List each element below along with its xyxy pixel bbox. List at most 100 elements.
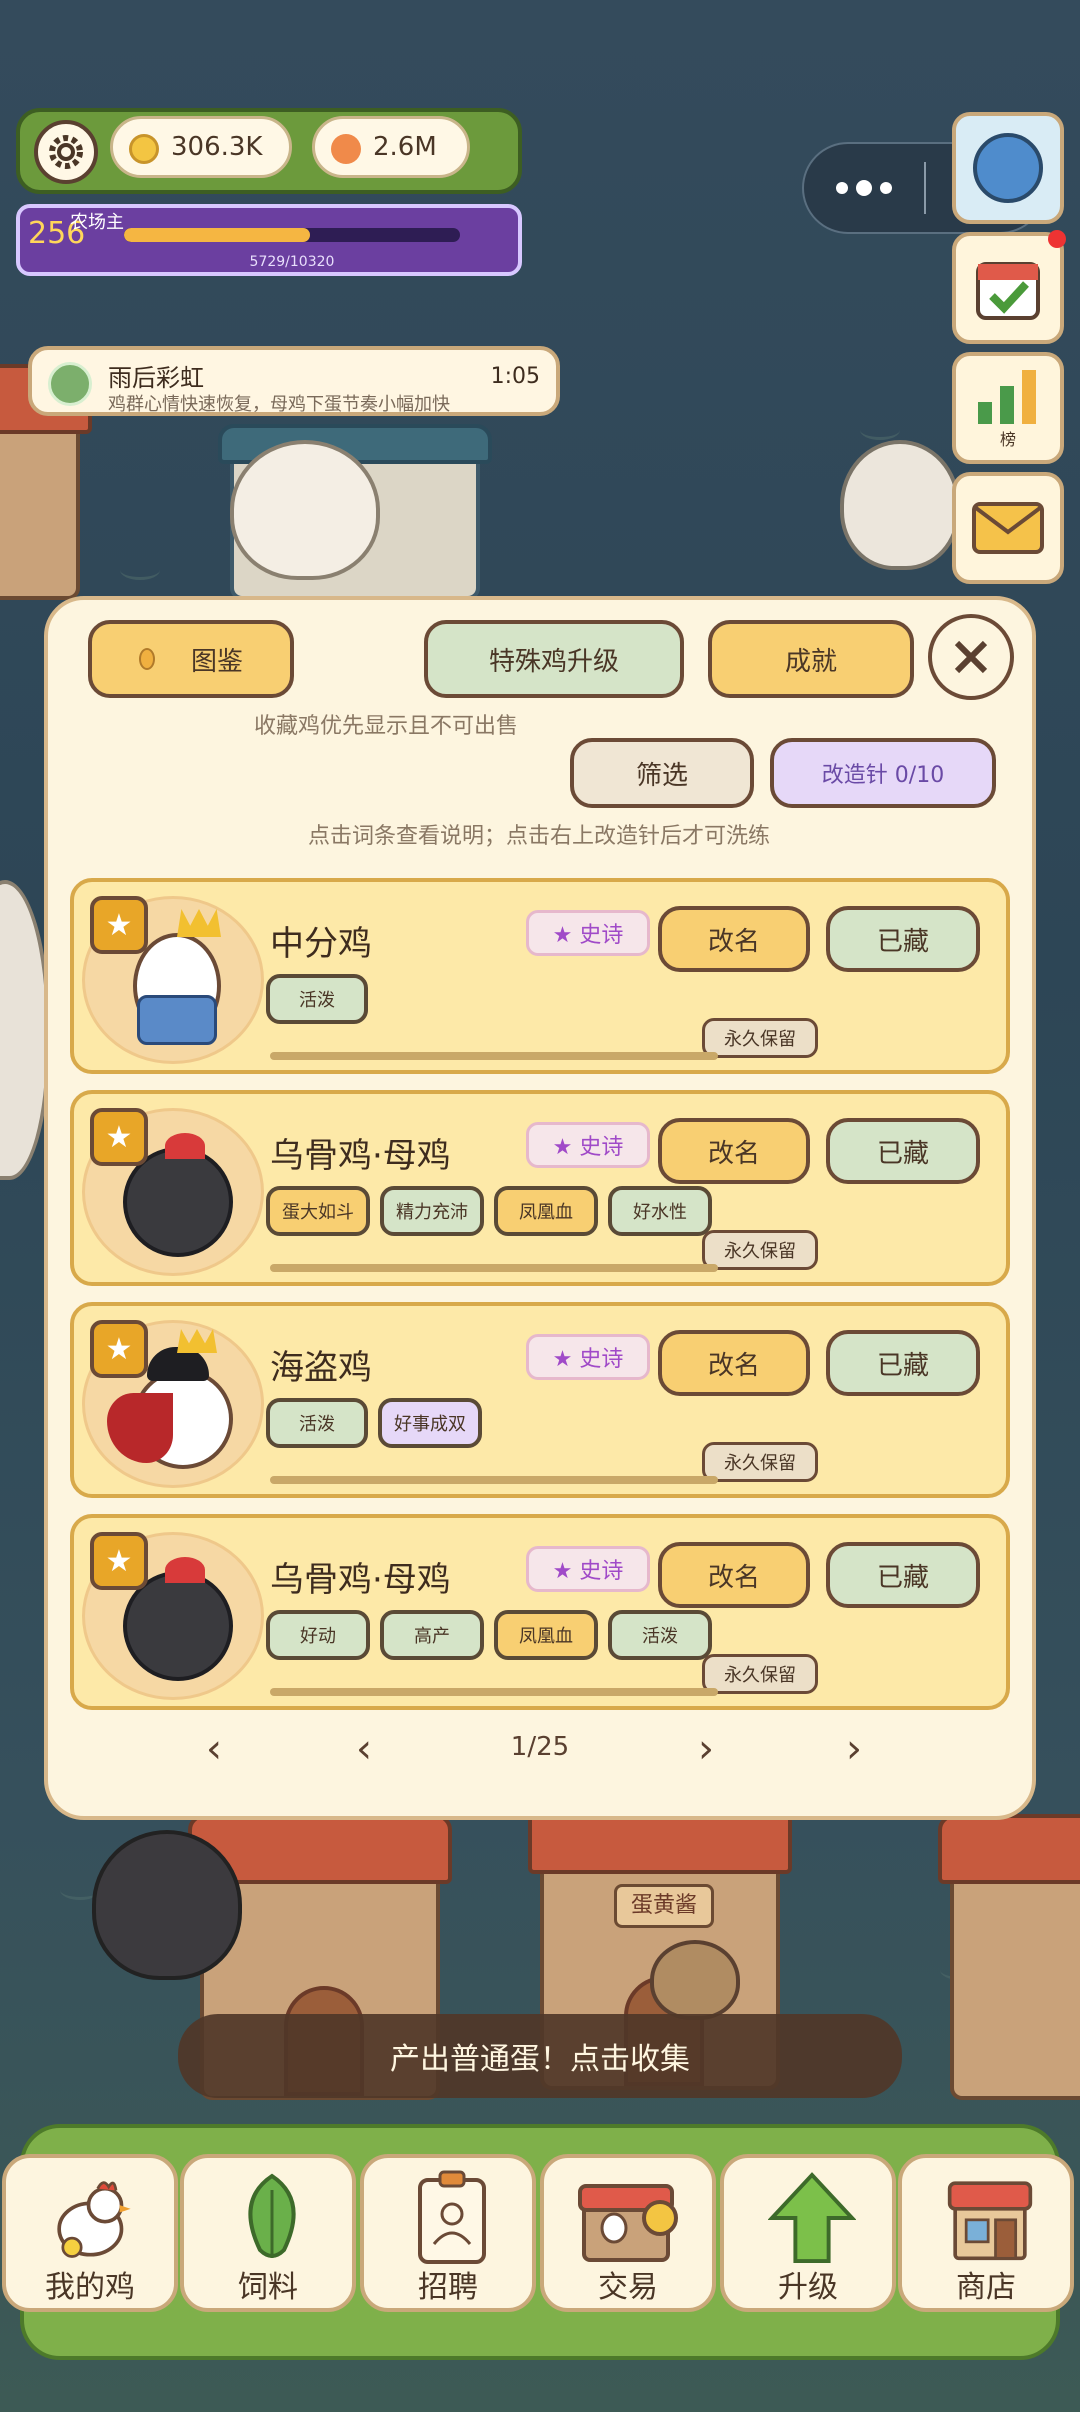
keep-forever-button[interactable]: 永久保留 [702, 1442, 818, 1482]
star-badge-icon: ★ [90, 896, 148, 954]
egg-icon [331, 134, 361, 164]
chicken-card[interactable]: ★ 乌骨鸡·母鸡 ★ 史诗 改名 已藏 好动 高产 凤凰血 活泼 永久保留 [70, 1514, 1010, 1710]
chicken-card[interactable]: ★ 乌骨鸡·母鸡 ★ 史诗 改名 已藏 蛋大如斗 精力充沛 凤凰血 好水性 永久… [70, 1090, 1010, 1286]
calendar-button[interactable] [952, 230, 1066, 344]
stored-button[interactable]: 已藏 [826, 1118, 980, 1184]
rename-button[interactable]: 改名 [658, 1330, 810, 1396]
white-hen-icon-3 [0, 880, 50, 1180]
chicken-name: 海盗鸡 [270, 1348, 372, 1388]
trait-tag[interactable]: 凤凰血 [494, 1610, 598, 1660]
tab-achievement[interactable]: 成就 [708, 620, 914, 698]
bar-chart-icon [978, 370, 1036, 424]
gear-icon [49, 135, 83, 169]
weather-banner[interactable]: 雨后彩虹 鸡群心情快速恢复，母鸡下蛋节奏小幅加快 1:05 [28, 346, 560, 416]
nav-trade[interactable]: 交易 [540, 2154, 716, 2312]
trait-tag[interactable]: 活泼 [266, 974, 368, 1024]
close-button[interactable] [928, 614, 1014, 700]
keep-forever-button[interactable]: 永久保留 [702, 1018, 818, 1058]
trait-tag[interactable]: 好事成双 [378, 1398, 482, 1448]
rename-button[interactable]: 改名 [658, 1542, 810, 1608]
stored-button[interactable]: 已藏 [826, 906, 980, 972]
egg-icon [138, 648, 155, 670]
nav-store[interactable]: 商店 [898, 2154, 1074, 2312]
player-title: 农场主 [70, 212, 124, 233]
xp-text: 5729/10320 [249, 254, 335, 270]
prev-page-button[interactable]: ‹ [356, 1726, 372, 1772]
store-icon [946, 2170, 1034, 2266]
nav-label: 升级 [778, 2270, 838, 2305]
leaderboard-button[interactable]: 榜 [952, 352, 1064, 464]
epic-rarity-badge: ★ 史诗 [526, 1122, 650, 1168]
coin-counter[interactable]: 306.3K [110, 116, 292, 178]
trait-tag[interactable]: 凤凰血 [494, 1186, 598, 1236]
xp-progress-fill [124, 228, 311, 242]
more-button[interactable] [836, 174, 892, 202]
globe-button[interactable] [952, 112, 1064, 224]
chicken-name: 乌骨鸡·母鸡 [270, 1136, 451, 1176]
white-hen-icon-2 [840, 440, 960, 570]
stored-button[interactable]: 已藏 [826, 1330, 980, 1396]
coin-value: 306.3K [171, 132, 263, 162]
trait-tag[interactable]: 高产 [380, 1610, 484, 1660]
rename-button[interactable]: 改名 [658, 1118, 810, 1184]
rename-button[interactable]: 改名 [658, 906, 810, 972]
egg-counter[interactable]: 2.6M [312, 116, 470, 178]
tab-special-upgrade[interactable]: 特殊鸡升级 [424, 620, 684, 698]
tab-catalog-label: 图鉴 [190, 646, 243, 677]
trait-tag[interactable]: 精力充沛 [380, 1186, 484, 1236]
bg-house-3 [938, 1814, 1080, 2100]
leaderboard-label: 榜 [999, 430, 1016, 449]
stored-button[interactable]: 已藏 [826, 1542, 980, 1608]
collect-toast[interactable]: 产出普通蛋！点击收集 [178, 2014, 902, 2098]
mail-icon [972, 502, 1044, 554]
next-page-button[interactable]: › [698, 1726, 714, 1772]
star-badge-icon: ★ [90, 1320, 148, 1378]
epic-rarity-badge: ★ 史诗 [526, 910, 650, 956]
keep-forever-button[interactable]: 永久保留 [702, 1230, 818, 1270]
settings-button[interactable] [34, 120, 98, 184]
crown-icon [177, 909, 221, 937]
star-badge-icon: ★ [90, 1532, 148, 1590]
chicken-card[interactable]: ★ 海盗鸡 ★ 史诗 改名 已藏 活泼 好事成双 永久保留 [70, 1302, 1010, 1498]
calendar-icon [976, 262, 1040, 320]
page-indicator: 1/25 [510, 1732, 570, 1762]
tab-achievement-label: 成就 [784, 646, 837, 677]
nav-feed[interactable]: 饲料 [180, 2154, 356, 2312]
coin-icon [129, 134, 159, 164]
keep-forever-button[interactable]: 永久保留 [702, 1654, 818, 1694]
nav-label: 招聘 [418, 2270, 478, 2305]
trait-tag[interactable]: 活泼 [266, 1398, 368, 1448]
nav-label: 饲料 [238, 2270, 298, 2305]
trait-tag[interactable]: 好水性 [608, 1186, 712, 1236]
nav-label: 交易 [598, 2270, 658, 2305]
nav-my-chickens[interactable]: 我的鸡 [2, 2154, 178, 2312]
star-badge-icon: ★ [90, 1108, 148, 1166]
shop-stall-icon [576, 2170, 686, 2266]
trait-tag[interactable]: 活泼 [608, 1610, 712, 1660]
card-progress-track [270, 1688, 718, 1696]
nav-label: 商店 [956, 2270, 1016, 2305]
nav-recruit[interactable]: 招聘 [360, 2154, 536, 2312]
trait-tag[interactable]: 蛋大如斗 [266, 1186, 370, 1236]
tab-catalog[interactable]: 图鉴 [88, 620, 294, 698]
leaf-icon [228, 2170, 316, 2266]
epic-rarity-badge: ★ 史诗 [526, 1334, 650, 1380]
chicken-card[interactable]: ★ 中分鸡 ★ 史诗 改名 已藏 活泼 永久保留 [70, 878, 1010, 1074]
arrow-up-icon [768, 2170, 856, 2266]
xp-progress-bar [124, 228, 460, 242]
collect-note: 收藏鸡优先显示且不可出售 [254, 714, 519, 739]
last-page-button[interactable]: › [846, 1726, 862, 1772]
trait-tag[interactable]: 好动 [266, 1610, 370, 1660]
first-page-button[interactable]: ‹ [206, 1726, 222, 1772]
needle-button[interactable]: 改造针 0/10 [770, 738, 996, 808]
mail-button[interactable] [952, 472, 1064, 584]
needle-label: 改造针 0/10 [821, 763, 945, 788]
filter-button[interactable]: 筛选 [570, 738, 754, 808]
globe-icon [973, 133, 1043, 203]
nav-upgrade[interactable]: 升级 [720, 2154, 896, 2312]
tip-note: 点击词条查看说明；点击右上改造针后才可洗练 [308, 824, 771, 849]
card-progress-track [270, 1052, 718, 1060]
tab-special-upgrade-label: 特殊鸡升级 [488, 646, 619, 677]
chicken-name: 中分鸡 [270, 924, 372, 964]
notification-dot [1048, 230, 1066, 248]
